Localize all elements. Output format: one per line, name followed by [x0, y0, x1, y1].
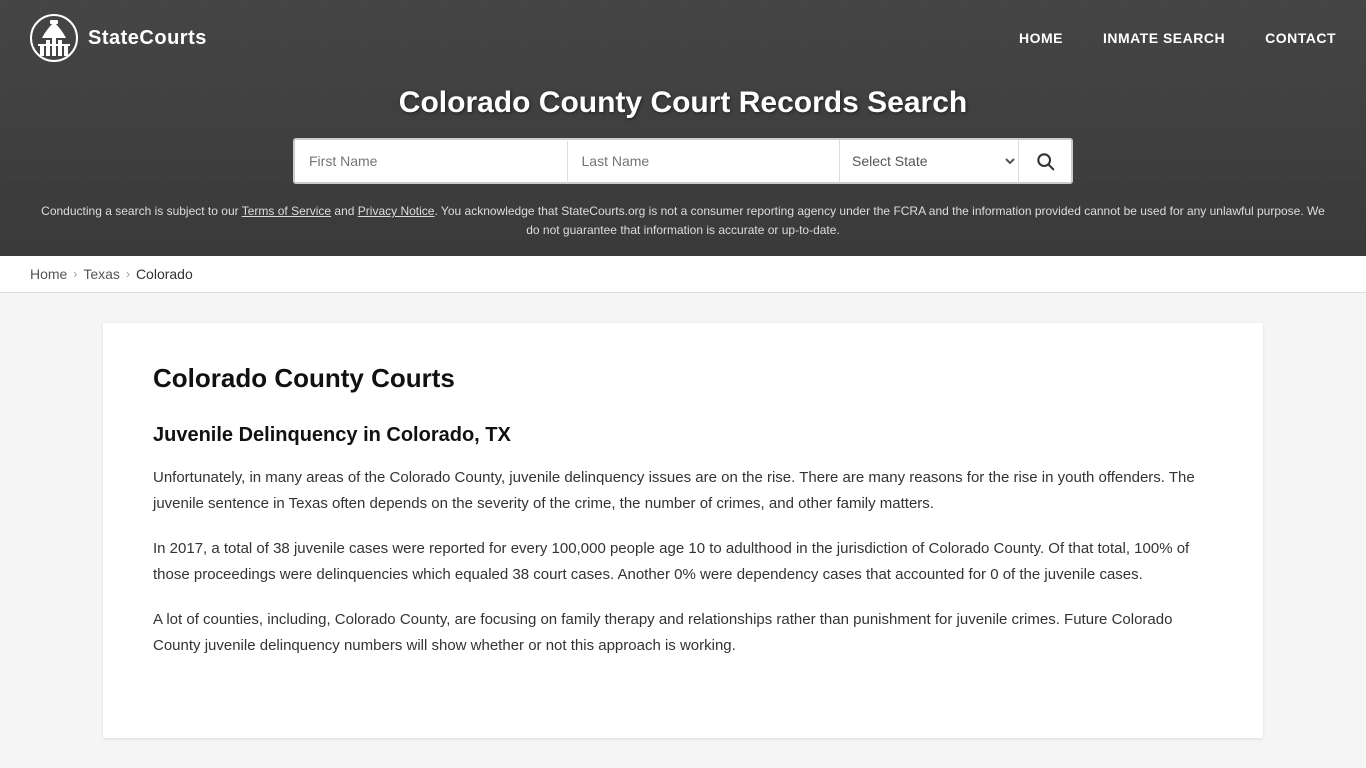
breadcrumb-sep-1: ›	[73, 267, 77, 281]
nav-home[interactable]: HOME	[1019, 30, 1063, 46]
last-name-input[interactable]	[568, 141, 840, 181]
breadcrumb-sep-2: ›	[126, 267, 130, 281]
logo-icon	[30, 14, 78, 62]
nav-links: HOME INMATE SEARCH CONTACT	[1019, 30, 1336, 46]
nav-inmate-search[interactable]: INMATE SEARCH	[1103, 30, 1225, 46]
page-title-area: Colorado County Court Records Search	[0, 76, 1366, 138]
search-icon	[1035, 151, 1055, 171]
site-header: StateCourts HOME INMATE SEARCH CONTACT C…	[0, 0, 1366, 256]
section-title: Colorado County Courts	[153, 363, 1213, 394]
breadcrumb-current: Colorado	[136, 266, 193, 282]
nav-contact[interactable]: CONTACT	[1265, 30, 1336, 46]
content-para-2: In 2017, a total of 38 juvenile cases we…	[153, 536, 1213, 587]
disclaimer: Conducting a search is subject to our Te…	[0, 194, 1366, 256]
privacy-link[interactable]: Privacy Notice	[358, 204, 435, 218]
page-title: Colorado County Court Records Search	[20, 86, 1346, 120]
search-bar-area: Select State Alabama Alaska Arizona Arka…	[0, 138, 1366, 194]
breadcrumb-home[interactable]: Home	[30, 266, 67, 282]
search-button[interactable]	[1019, 141, 1071, 181]
state-select[interactable]: Select State Alabama Alaska Arizona Arka…	[839, 140, 1019, 182]
logo-link[interactable]: StateCourts	[30, 14, 207, 62]
first-name-input[interactable]	[295, 141, 568, 181]
terms-link[interactable]: Terms of Service	[242, 204, 331, 218]
breadcrumb-bar: Home › Texas › Colorado	[0, 256, 1366, 293]
subsection-title: Juvenile Delinquency in Colorado, TX	[153, 424, 1213, 447]
search-form: Select State Alabama Alaska Arizona Arka…	[293, 138, 1073, 184]
logo-text: StateCourts	[88, 27, 207, 50]
breadcrumb: Home › Texas › Colorado	[30, 266, 1336, 282]
main-content-area: Colorado County Courts Juvenile Delinque…	[0, 323, 1366, 738]
content-para-1: Unfortunately, in many areas of the Colo…	[153, 465, 1213, 516]
nav-bar: StateCourts HOME INMATE SEARCH CONTACT	[0, 0, 1366, 76]
main-content-card: Colorado County Courts Juvenile Delinque…	[103, 323, 1263, 738]
breadcrumb-state[interactable]: Texas	[83, 266, 120, 282]
content-para-3: A lot of counties, including, Colorado C…	[153, 607, 1213, 658]
